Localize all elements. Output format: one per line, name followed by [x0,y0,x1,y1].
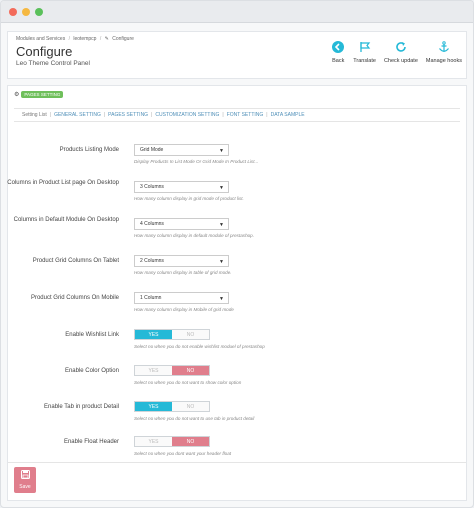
toggle-yes[interactable]: YES [135,330,172,339]
panel-footer: Save [8,462,466,500]
close-dot[interactable] [9,7,17,16]
back-arrow-icon [331,40,345,54]
toggle-no[interactable]: NO [172,366,209,375]
field-label: Columns in Product List page On Desktop [7,180,119,186]
help-text: Select no when you do not want to show c… [134,380,242,385]
chevron-down-icon: ▼ [219,222,224,228]
tablet-columns-select[interactable]: 2 Columns ▼ [134,255,229,267]
select-value: 3 Columns [140,184,164,190]
tab-pages-setting[interactable]: PAGES SETTING [108,112,148,118]
flag-icon [358,40,372,54]
help-text: How many column display in table of grid… [134,270,232,275]
chevron-down-icon: ▼ [219,185,224,191]
field-label: Enable Tab in product Detail [44,404,119,410]
translate-button[interactable]: Translate [353,40,376,64]
select-value: Grid Mode [140,147,164,153]
check-update-button[interactable]: Check update [384,40,418,64]
anchor-icon [437,40,451,54]
toggle-no[interactable]: NO [172,402,209,411]
help-text: How many column display in default modul… [134,233,255,238]
select-value: 4 Columns [140,221,164,227]
float-header-toggle[interactable]: YES NO [134,436,210,447]
breadcrumb-item: Configure [112,36,134,42]
chevron-down-icon: ▼ [219,259,224,265]
chevron-down-icon: ▼ [219,148,224,154]
save-button[interactable]: Save [14,467,36,493]
browser-titlebar [1,1,473,23]
pencil-icon: ✎ [104,36,109,42]
default-module-columns-select[interactable]: 4 Columns ▼ [134,218,229,230]
page-title: Configure [16,44,73,59]
mobile-columns-select[interactable]: 1 Column ▼ [134,292,229,304]
toggle-yes[interactable]: YES [135,402,172,411]
field-label: Product Grid Columns On Mobile [30,295,119,301]
translate-label: Translate [353,58,376,64]
product-list-columns-select[interactable]: 3 Columns ▼ [134,181,229,193]
help-text: Display Products In List Mode Or Grid Mo… [134,159,259,164]
help-text: How many column display in grid mode of … [134,196,244,201]
maximize-dot[interactable] [35,7,43,16]
section-header: ⚙ PAGES SETTING [14,91,64,98]
chevron-down-icon: ▼ [219,296,224,302]
toggle-no[interactable]: NO [172,330,209,339]
tab-data-sample[interactable]: DATA SAMPLE [271,112,305,118]
help-text: How many column display in Mobile of gri… [134,307,234,312]
manage-hooks-label: Manage hooks [425,58,462,64]
page-header: Modules and Services / leotempcp / ✎ Con… [7,31,467,79]
gear-icon: ⚙ [14,92,20,98]
product-tab-toggle[interactable]: YES NO [134,401,210,412]
field-label: Product Grid Columns On Tablet [32,258,119,264]
refresh-icon [394,40,408,54]
save-label: Save [19,484,31,490]
settings-panel: ⚙ PAGES SETTING Setting List | GENERAL SE… [7,85,467,501]
tab-setting-list[interactable]: Setting List [22,112,47,118]
field-label: Enable Color Option [64,368,119,374]
breadcrumb: Modules and Services / leotempcp / ✎ Con… [16,36,134,42]
toggle-yes[interactable]: YES [135,366,172,375]
manage-hooks-button[interactable]: Manage hooks [426,40,462,64]
field-label: Products Listing Mode [59,147,119,153]
help-text: Select no when you dont want your header… [134,451,232,456]
toggle-yes[interactable]: YES [135,437,172,446]
toolbar-actions: Back Translate Check update Manage hooks [331,40,462,64]
breadcrumb-item[interactable]: leotempcp [73,36,96,42]
back-button[interactable]: Back [331,40,345,64]
help-text: Select no when you do not enable wishlis… [134,344,265,349]
color-option-toggle[interactable]: YES NO [134,365,210,376]
browser-window: Modules and Services / leotempcp / ✎ Con… [0,0,474,508]
settings-tabs: Setting List | GENERAL SETTING | PAGES SET… [14,108,460,122]
field-label: Enable Wishlist Link [65,332,119,338]
check-update-label: Check update [383,58,418,64]
wishlist-toggle[interactable]: YES NO [134,329,210,340]
page-subtitle: Leo Theme Control Panel [16,60,90,67]
field-label: Columns in Default Module On Desktop [13,217,119,223]
tab-general-setting[interactable]: GENERAL SETTING [54,112,101,118]
select-value: 1 Column [140,295,162,301]
toggle-no[interactable]: NO [172,437,209,446]
field-label: Enable Float Header [63,439,119,445]
floppy-disk-icon [20,470,30,481]
tab-customization-setting[interactable]: CUSTOMIZATION SETTING [155,112,219,118]
minimize-dot[interactable] [22,7,30,16]
back-label: Back [332,58,345,64]
help-text: Select no when you do not want to use ta… [134,416,255,421]
tab-font-setting[interactable]: FONT SETTING [227,112,264,118]
section-badge: PAGES SETTING [21,91,64,98]
breadcrumb-item[interactable]: Modules and Services [16,36,65,42]
select-value: 2 Columns [140,258,164,264]
listing-mode-select[interactable]: Grid Mode ▼ [134,144,229,156]
